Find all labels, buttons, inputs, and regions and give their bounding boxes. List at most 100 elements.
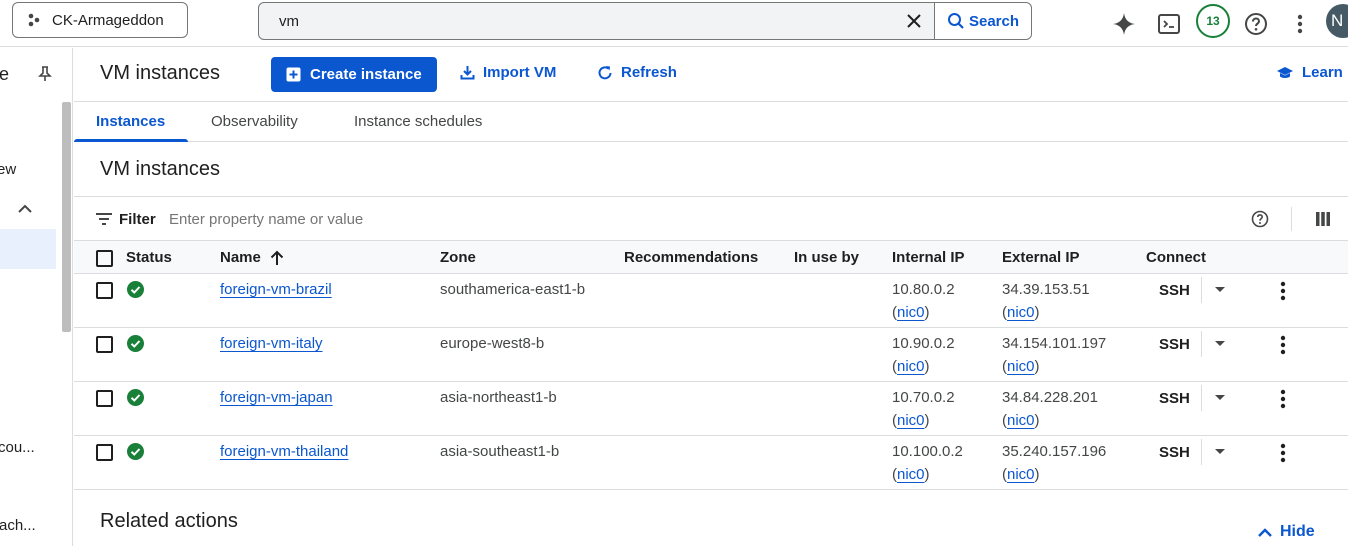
nic-link[interactable]: nic0 <box>897 358 925 375</box>
hide-related-button[interactable]: Hide <box>1258 523 1315 541</box>
column-header-connect[interactable]: Connect <box>1146 249 1206 266</box>
clear-search-icon[interactable] <box>894 3 934 39</box>
nic-link[interactable]: nic0 <box>1007 358 1035 375</box>
nav-item-selected[interactable] <box>0 229 56 269</box>
external-ip-cell: 35.240.157.196 <box>1002 443 1107 460</box>
filter-icon[interactable] <box>96 213 112 225</box>
import-vm-button[interactable]: Import VM <box>460 64 556 81</box>
external-nic: (nic0) <box>1002 466 1040 483</box>
ssh-button[interactable]: SSH <box>1159 444 1190 461</box>
project-picker-button[interactable]: CK-Armageddon <box>12 2 188 38</box>
divider <box>1201 277 1202 303</box>
nic-link[interactable]: nic0 <box>897 304 925 321</box>
row-checkbox[interactable] <box>96 444 113 461</box>
help-icon[interactable] <box>1239 7 1273 41</box>
create-instance-label: Create instance <box>310 66 422 83</box>
status-ok-icon <box>127 389 144 406</box>
filter-bar: Filter <box>74 196 1348 241</box>
create-instance-button[interactable]: Create instance <box>271 57 437 92</box>
column-header-in-use-by[interactable]: In use by <box>794 249 859 266</box>
search-input[interactable]: vm <box>259 3 894 39</box>
ssh-dropdown-icon[interactable] <box>1215 449 1225 454</box>
nav-item-overview[interactable]: ew <box>0 161 16 178</box>
instance-name-link[interactable]: foreign-vm-thailand <box>220 443 348 460</box>
ssh-dropdown-icon[interactable] <box>1215 341 1225 346</box>
table-row: foreign-vm-brazil southamerica-east1-b 1… <box>74 274 1348 328</box>
ssh-button[interactable]: SSH <box>1159 390 1190 407</box>
page-title: VM instances <box>100 62 221 84</box>
internal-nic: (nic0) <box>892 358 930 375</box>
table-row: foreign-vm-japan asia-northeast1-b 10.70… <box>74 382 1348 436</box>
gemini-sparkle-icon[interactable] <box>1107 7 1141 41</box>
row-actions-icon[interactable] <box>1280 281 1286 301</box>
column-header-recommendations[interactable]: Recommendations <box>624 249 758 266</box>
column-header-name[interactable]: Name <box>220 249 261 266</box>
filter-label[interactable]: Filter <box>119 211 156 228</box>
row-actions-icon[interactable] <box>1280 443 1286 463</box>
status-ok-icon <box>127 443 144 460</box>
tab-bar: Instances Observability Instance schedul… <box>74 101 1348 142</box>
divider <box>1291 207 1292 231</box>
section-title: VM instances <box>100 158 221 180</box>
tab-instance-schedules[interactable]: Instance schedules <box>354 113 482 130</box>
tab-instances[interactable]: Instances <box>96 113 165 130</box>
row-checkbox[interactable] <box>96 336 113 353</box>
external-ip-cell: 34.154.101.197 <box>1002 335 1107 352</box>
ssh-dropdown-icon[interactable] <box>1215 395 1225 400</box>
chevron-up-icon <box>1258 527 1272 537</box>
cloud-shell-terminal-icon[interactable] <box>1152 7 1186 41</box>
internal-ip-cell: 10.90.0.2 <box>892 335 955 352</box>
row-actions-icon[interactable] <box>1280 335 1286 355</box>
avatar[interactable]: N <box>1326 4 1348 38</box>
internal-ip-cell: 10.80.0.2 <box>892 281 955 298</box>
row-checkbox[interactable] <box>96 282 113 299</box>
related-actions-title: Related actions <box>100 510 238 532</box>
instance-name-link[interactable]: foreign-vm-brazil <box>220 281 332 298</box>
nic-link[interactable]: nic0 <box>1007 412 1035 429</box>
instance-name-link[interactable]: foreign-vm-italy <box>220 335 323 352</box>
nav-item-accounts[interactable]: cou... <box>0 439 35 456</box>
add-box-icon <box>286 67 301 82</box>
nic-link[interactable]: nic0 <box>1007 304 1035 321</box>
zone-cell: asia-southeast1-b <box>440 443 560 460</box>
nic-link[interactable]: nic0 <box>897 412 925 429</box>
search-button[interactable]: Search <box>934 3 1031 39</box>
project-icon <box>26 12 42 28</box>
table-header: Status Name Zone Recommendations In use … <box>74 241 1348 274</box>
column-header-zone[interactable]: Zone <box>440 249 476 266</box>
ssh-button[interactable]: SSH <box>1159 336 1190 353</box>
external-ip-cell: 34.39.153.51 <box>1002 281 1090 298</box>
notifications-badge[interactable]: 13 <box>1196 4 1230 38</box>
ssh-button[interactable]: SSH <box>1159 282 1190 299</box>
row-actions-icon[interactable] <box>1280 389 1286 409</box>
more-options-icon[interactable] <box>1283 7 1317 41</box>
internal-ip-cell: 10.100.0.2 <box>892 443 963 460</box>
scrollbar[interactable] <box>62 102 71 332</box>
external-nic: (nic0) <box>1002 304 1040 321</box>
select-all-checkbox[interactable] <box>96 250 113 267</box>
learn-button[interactable]: Learn <box>1276 64 1343 81</box>
pin-icon[interactable] <box>38 66 52 82</box>
nav-item-attach[interactable]: ach... <box>0 517 36 534</box>
zone-cell: asia-northeast1-b <box>440 389 557 406</box>
table-row: foreign-vm-thailand asia-southeast1-b 10… <box>74 436 1348 490</box>
refresh-button[interactable]: Refresh <box>597 64 677 81</box>
filter-help-icon[interactable] <box>1251 210 1269 228</box>
column-display-options-icon[interactable] <box>1316 212 1330 226</box>
internal-nic: (nic0) <box>892 412 930 429</box>
ssh-dropdown-icon[interactable] <box>1215 287 1225 292</box>
zone-cell: southamerica-east1-b <box>440 281 586 298</box>
nic-link[interactable]: nic0 <box>897 466 925 483</box>
tab-observability[interactable]: Observability <box>211 113 298 130</box>
instance-name-link[interactable]: foreign-vm-japan <box>220 389 333 406</box>
sort-ascending-icon[interactable] <box>270 250 284 266</box>
column-header-status[interactable]: Status <box>126 249 172 266</box>
column-header-external-ip[interactable]: External IP <box>1002 249 1080 266</box>
refresh-label: Refresh <box>621 64 677 81</box>
filter-input[interactable] <box>169 211 669 228</box>
chevron-up-icon[interactable] <box>18 204 32 213</box>
nic-link[interactable]: nic0 <box>1007 466 1035 483</box>
download-icon <box>460 66 475 80</box>
row-checkbox[interactable] <box>96 390 113 407</box>
column-header-internal-ip[interactable]: Internal IP <box>892 249 965 266</box>
